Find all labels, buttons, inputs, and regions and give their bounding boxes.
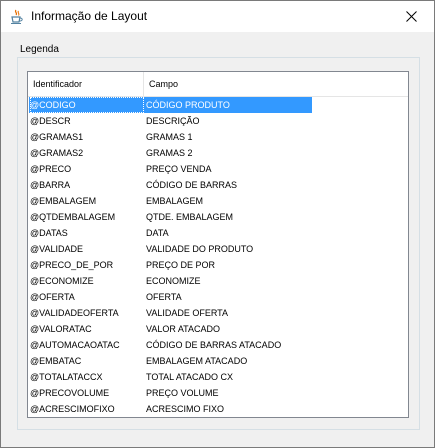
column-header-campo[interactable]: Campo bbox=[144, 72, 310, 96]
cell-identificador: @BARRA bbox=[30, 180, 71, 190]
cell-campo: PREÇO VENDA bbox=[146, 164, 212, 174]
table-row[interactable]: @VALIDADE VALIDADE DO PRODUTO bbox=[29, 241, 312, 257]
table-row[interactable]: @CODIGO CÓDIGO PRODUTO bbox=[29, 97, 312, 113]
table-row[interactable]: @VALIDADEOFERTA VALIDADE OFERTA bbox=[29, 305, 312, 321]
cell-campo: EMBALAGEM bbox=[146, 196, 204, 206]
table-row[interactable]: @DESCR DESCRIÇÃO bbox=[29, 113, 312, 129]
cell-identificador: @VALIDADE bbox=[30, 244, 83, 254]
cell-identificador: @TOTALATACCX bbox=[30, 372, 103, 382]
table-row[interactable]: @BARRA CÓDIGO DE BARRAS bbox=[29, 177, 312, 193]
cell-identificador: @PRECOVOLUME bbox=[30, 388, 110, 398]
cell-identificador: @DESCR bbox=[30, 116, 71, 126]
table-row[interactable]: @ACRESCIMOFIXO ACRESCIMO FIXO bbox=[29, 401, 312, 417]
table-row[interactable]: @DATAS DATA bbox=[29, 225, 312, 241]
table-row[interactable]: @PRECO_DE_POR PREÇO DE POR bbox=[29, 257, 312, 273]
cell-campo: PREÇO DE POR bbox=[146, 260, 216, 270]
table-row[interactable]: @QTDEMBALAGEM QTDE. EMBALAGEM bbox=[29, 209, 312, 225]
java-cup-icon bbox=[9, 9, 25, 25]
legend-label: Legenda bbox=[20, 44, 59, 55]
cell-campo: GRAMAS 2 bbox=[146, 148, 193, 158]
cell-identificador: @GRAMAS2 bbox=[30, 148, 84, 158]
cell-identificador: @VALORATAC bbox=[30, 324, 92, 334]
cell-identificador: @GRAMAS1 bbox=[30, 132, 84, 142]
table-row[interactable]: @OFERTA OFERTA bbox=[29, 289, 312, 305]
table-body: @CODIGO CÓDIGO PRODUTO @DESCR DESCRIÇÃO @GRA… bbox=[29, 97, 312, 417]
cell-campo: CÓDIGO DE BARRAS bbox=[146, 180, 238, 190]
cell-identificador: @PRECO_DE_POR bbox=[30, 260, 114, 270]
cell-campo: TOTAL ATACADO CX bbox=[146, 372, 234, 382]
cell-identificador: @PRECO bbox=[30, 164, 72, 174]
cell-identificador: @CODIGO bbox=[30, 97, 144, 113]
table-row[interactable]: @VALORATAC VALOR ATACADO bbox=[29, 321, 312, 337]
cell-campo: DATA bbox=[146, 228, 169, 238]
table-row[interactable]: @GRAMAS1 GRAMAS 1 bbox=[29, 129, 312, 145]
close-icon bbox=[405, 7, 417, 26]
cell-identificador: @ACRESCIMOFIXO bbox=[30, 404, 115, 414]
layout-info-window: Informação de Layout Legenda Identificad… bbox=[0, 0, 435, 448]
close-button[interactable] bbox=[388, 1, 434, 32]
table-row[interactable]: @PRECOVOLUME PREÇO VOLUME bbox=[29, 385, 312, 401]
cell-campo: QTDE. EMBALAGEM bbox=[146, 212, 234, 222]
cell-campo: CÓDIGO DE BARRAS ATACADO bbox=[146, 340, 282, 350]
window-title: Informação de Layout bbox=[31, 9, 148, 23]
cell-campo: ACRESCIMO FIXO bbox=[146, 404, 225, 414]
cell-campo: EMBALAGEM ATACADO bbox=[146, 356, 248, 366]
cell-campo: VALIDADE OFERTA bbox=[146, 308, 229, 318]
legend-table[interactable]: Identificador Campo @CODIGO CÓDIGO PRODUT… bbox=[27, 71, 409, 418]
table-header: Identificador Campo bbox=[28, 72, 408, 97]
cell-identificador: @EMBATAC bbox=[30, 356, 82, 366]
cell-identificador: @EMBALAGEM bbox=[30, 196, 97, 206]
cell-campo: VALOR ATACADO bbox=[146, 324, 221, 334]
cell-identificador: @DATAS bbox=[30, 228, 68, 238]
cell-campo: VALIDADE DO PRODUTO bbox=[146, 244, 254, 254]
cell-identificador: @OFERTA bbox=[30, 292, 75, 302]
cell-campo: GRAMAS 1 bbox=[146, 132, 193, 142]
cell-campo: CÓDIGO PRODUTO bbox=[146, 100, 230, 110]
table-row[interactable]: @GRAMAS2 GRAMAS 2 bbox=[29, 145, 312, 161]
table-row[interactable]: @AUTOMACAOATAC CÓDIGO DE BARRAS ATACADO bbox=[29, 337, 312, 353]
cell-campo: PREÇO VOLUME bbox=[146, 388, 219, 398]
table-row[interactable]: @EMBALAGEM EMBALAGEM bbox=[29, 193, 312, 209]
table-row[interactable]: @TOTALATACCX TOTAL ATACADO CX bbox=[29, 369, 312, 385]
title-bar[interactable]: Informação de Layout bbox=[1, 1, 434, 32]
cell-identificador: @VALIDADEOFERTA bbox=[30, 308, 119, 318]
cell-identificador: @ECONOMIZE bbox=[30, 276, 94, 286]
table-row[interactable]: @EMBATAC EMBALAGEM ATACADO bbox=[29, 353, 312, 369]
column-header-identificador[interactable]: Identificador bbox=[28, 72, 144, 96]
cell-campo: ECONOMIZE bbox=[146, 276, 201, 286]
table-row[interactable]: @PRECO PREÇO VENDA bbox=[29, 161, 312, 177]
table-row[interactable]: @ECONOMIZE ECONOMIZE bbox=[29, 273, 312, 289]
cell-campo: OFERTA bbox=[146, 292, 182, 302]
cell-identificador: @AUTOMACAOATAC bbox=[30, 340, 120, 350]
cell-identificador: @QTDEMBALAGEM bbox=[30, 212, 116, 222]
cell-campo: DESCRIÇÃO bbox=[146, 116, 200, 126]
